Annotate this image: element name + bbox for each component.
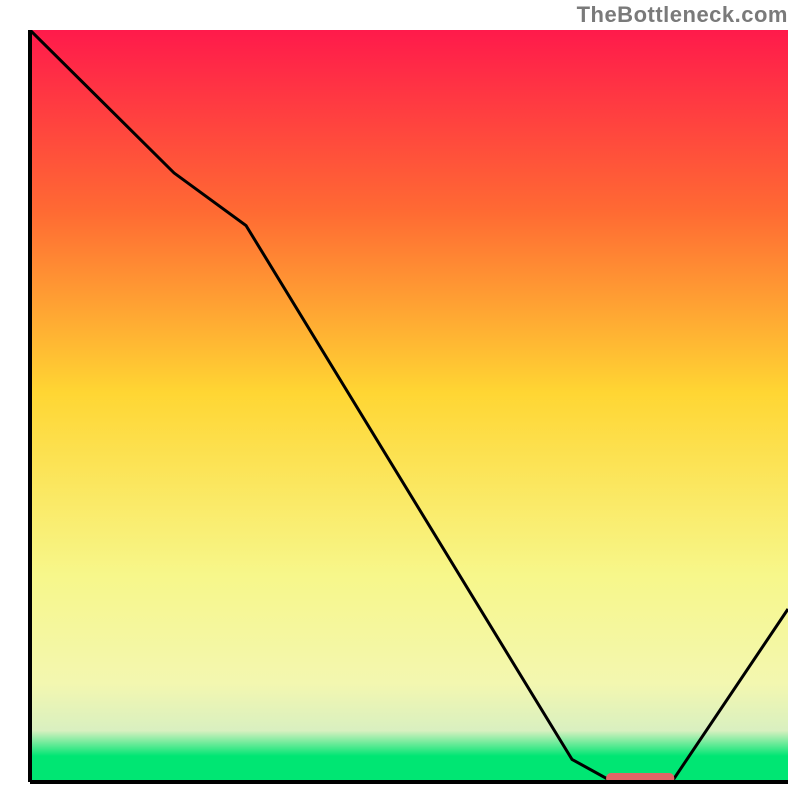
gradient-background	[30, 30, 788, 756]
bottleneck-chart	[0, 0, 800, 800]
plot-area	[30, 30, 788, 784]
chart-container: TheBottleneck.com	[0, 0, 800, 800]
